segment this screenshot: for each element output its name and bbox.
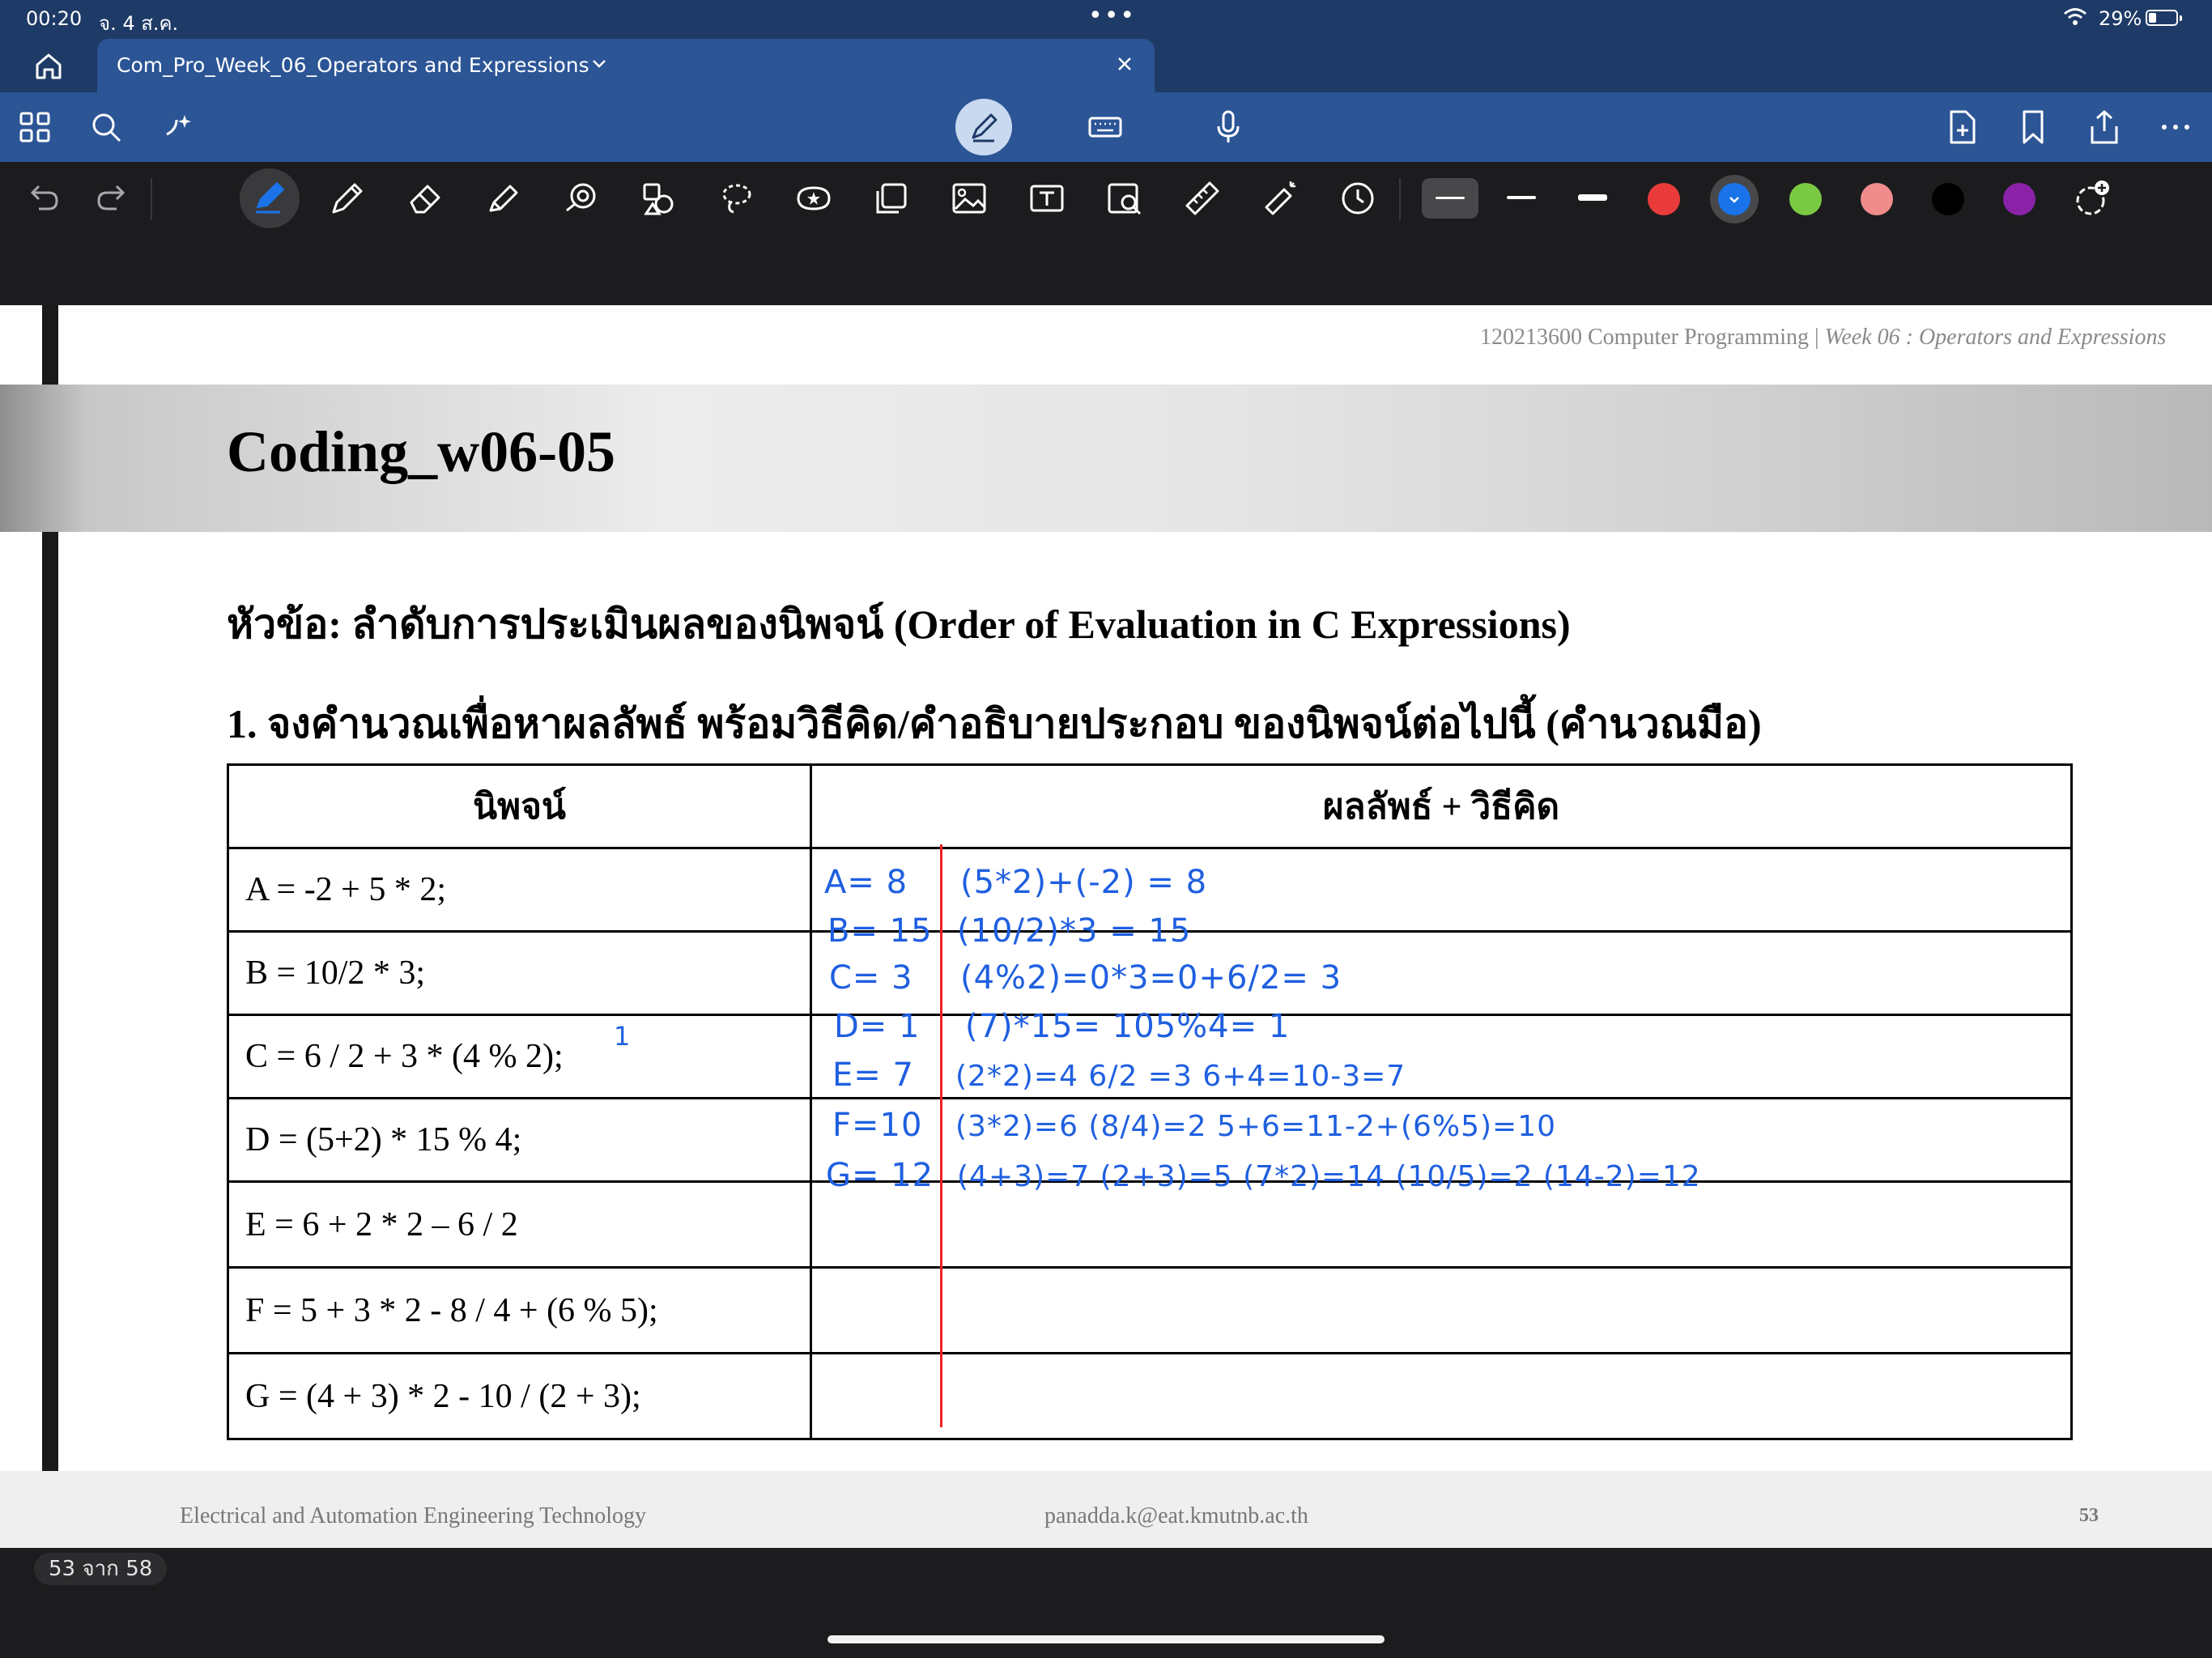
scan-icon[interactable] <box>1104 178 1145 219</box>
add-page-icon[interactable] <box>1943 108 1980 146</box>
handwritten-work: (2*2)=4 6/2 =3 6+4=10-3=7 <box>955 1060 1406 1093</box>
redo-icon[interactable] <box>92 178 133 219</box>
expression-cell: G = (4 + 3) * 2 - 10 / (2 + 3); <box>227 1352 812 1440</box>
laser-pointer-icon[interactable] <box>1260 178 1300 219</box>
footer-email: panadda.k@eat.kmutnb.ac.th <box>1044 1503 1308 1528</box>
close-tab-icon[interactable] <box>1112 52 1137 76</box>
handwritten-work: (3*2)=6 (8/4)=2 5+6=11-2+(6%5)=10 <box>955 1110 1557 1143</box>
table-row: G = (4 + 3) * 2 - 10 / (2 + 3); <box>227 1352 2073 1440</box>
pen-mode-icon <box>972 113 998 142</box>
chevron-down-icon[interactable] <box>591 58 607 70</box>
header-result: ผลลัพธ์ + วิธีคิด <box>810 763 2073 849</box>
pen-mode-button[interactable] <box>955 99 1012 155</box>
stroke-width-medium[interactable] <box>1493 178 1550 219</box>
status-date: จ. 4 ส.ค. <box>99 12 179 35</box>
search-icon[interactable] <box>87 108 125 146</box>
document-tab-title[interactable]: Com_Pro_Week_06_Operators and Expression… <box>117 53 589 77</box>
highlighter-icon[interactable] <box>483 178 523 219</box>
pen-icon <box>256 181 285 214</box>
slide-header: 120213600 Computer Programming | Week 06… <box>1480 325 2167 350</box>
expression-cell: D = (5+2) * 15 % 4; <box>227 1097 812 1183</box>
battery-icon <box>2146 10 2182 26</box>
ruler-icon[interactable] <box>1182 178 1223 219</box>
expression-cell: C = 6 / 2 + 3 * (4 % 2); <box>227 1014 812 1099</box>
home-indicator[interactable] <box>827 1635 1385 1643</box>
slide-page[interactable]: 120213600 Computer Programming | Week 06… <box>0 305 2212 1548</box>
color-swatch-blue[interactable] <box>1718 183 1750 215</box>
handwritten-result: A= 8 <box>824 864 908 901</box>
add-color-icon[interactable] <box>2071 178 2112 219</box>
status-time: 00:20 <box>26 7 83 30</box>
slide-footer: Electrical and Automation Engineering Te… <box>0 1471 2212 1548</box>
bookmark-icon[interactable] <box>2014 108 2052 146</box>
sparkle-icon[interactable] <box>160 108 198 146</box>
color-swatch-pink[interactable] <box>1861 183 1893 215</box>
wifi-icon <box>2064 8 2087 25</box>
handwritten-result: G= 12 <box>826 1157 934 1194</box>
footer-page-number: 53 <box>2079 1505 2099 1526</box>
chevron-down-icon <box>1729 197 1739 203</box>
page-counter[interactable]: 53 จาก 58 <box>34 1553 168 1585</box>
expression-cell: E = 6 + 2 * 2 – 6 / 2 <box>227 1180 812 1269</box>
text-icon[interactable] <box>1027 178 1067 219</box>
table-row: E = 6 + 2 * 2 – 6 / 2 <box>227 1180 2073 1269</box>
table-row: F = 5 + 3 * 2 - 8 / 4 + (6 % 5); <box>227 1266 2073 1354</box>
handwritten-work: (4%2)=0*3=0+6/2= 3 <box>960 959 1342 997</box>
color-swatch-green[interactable] <box>1789 183 1822 215</box>
microphone-icon[interactable] <box>1210 108 1247 146</box>
element-icon[interactable] <box>638 178 678 219</box>
pen-tool-button[interactable] <box>240 168 300 228</box>
handwritten-result: B= 15 <box>827 912 933 950</box>
grid-icon[interactable] <box>16 108 53 146</box>
keyboard-icon[interactable] <box>1087 108 1124 146</box>
more-icon[interactable] <box>2157 108 2194 146</box>
image-icon[interactable] <box>949 178 989 219</box>
lasso-icon[interactable] <box>716 178 756 219</box>
slide-title: Coding_w06-05 <box>227 419 616 484</box>
stroke-width-thin[interactable] <box>1422 178 1478 219</box>
handwritten-work: (10/2)*3 = 15 <box>957 912 1192 950</box>
handwritten-work: (5*2)+(-2) = 8 <box>960 864 1208 901</box>
handwritten-result: C= 3 <box>829 959 913 997</box>
table-header-row: นิพจน์ ผลลัพธ์ + วิธีคิด <box>227 763 2073 849</box>
slide-question: 1. จงคำนวณเพื่อหาผลลัพธ์ พร้อมวิธีคิด/คำ… <box>227 701 1762 746</box>
expression-cell: B = 10/2 * 3; <box>227 930 812 1016</box>
handwritten-result: D= 1 <box>834 1008 921 1045</box>
sticky-note-icon[interactable] <box>871 178 912 219</box>
status-bar: 00:20 จ. 4 ส.ค. ••• 29% <box>0 0 2212 39</box>
tools-toolbar <box>0 162 2212 236</box>
recent-icon[interactable] <box>1338 178 1378 219</box>
footer-department: Electrical and Automation Engineering Te… <box>180 1503 647 1528</box>
color-swatch-purple[interactable] <box>2003 183 2035 215</box>
slide-topic: หัวข้อ: ลำดับการประเมินผลของนิพจน์ (Orde… <box>227 602 1571 647</box>
share-icon[interactable] <box>2086 108 2123 146</box>
color-swatch-red[interactable] <box>1648 183 1680 215</box>
battery-percent: 29% <box>2099 7 2142 30</box>
stroke-width-thick[interactable] <box>1564 178 1621 219</box>
color-swatch-black[interactable] <box>1932 183 1964 215</box>
handwritten-work: (4+3)=7 (2+3)=5 (7*2)=14 (10/5)=2 (14-2)… <box>957 1160 1701 1193</box>
home-icon[interactable] <box>31 50 66 83</box>
multitasking-dots[interactable]: ••• <box>1088 2 1136 30</box>
header-expression: นิพจน์ <box>227 763 812 849</box>
handwritten-result: E= 7 <box>832 1056 914 1094</box>
handwritten-annotation: 1 <box>614 1021 631 1052</box>
tab-bar: Com_Pro_Week_06_Operators and Expression… <box>0 39 2212 92</box>
handwritten-divider-line <box>940 844 942 1427</box>
document-tab[interactable]: Com_Pro_Week_06_Operators and Expression… <box>97 39 1155 92</box>
shape-icon[interactable] <box>560 178 601 219</box>
expression-cell: F = 5 + 3 * 2 - 8 / 4 + (6 % 5); <box>227 1266 812 1354</box>
handwritten-work: (7)*15= 105%4= 1 <box>965 1008 1291 1045</box>
undo-icon[interactable] <box>23 178 63 219</box>
eraser-icon[interactable] <box>405 178 445 219</box>
expression-cell: A = -2 + 5 * 2; <box>227 847 812 933</box>
handwritten-result: F=10 <box>832 1107 923 1144</box>
main-toolbar <box>0 92 2212 162</box>
pencil-icon[interactable] <box>327 178 368 219</box>
sticker-icon[interactable] <box>793 178 834 219</box>
